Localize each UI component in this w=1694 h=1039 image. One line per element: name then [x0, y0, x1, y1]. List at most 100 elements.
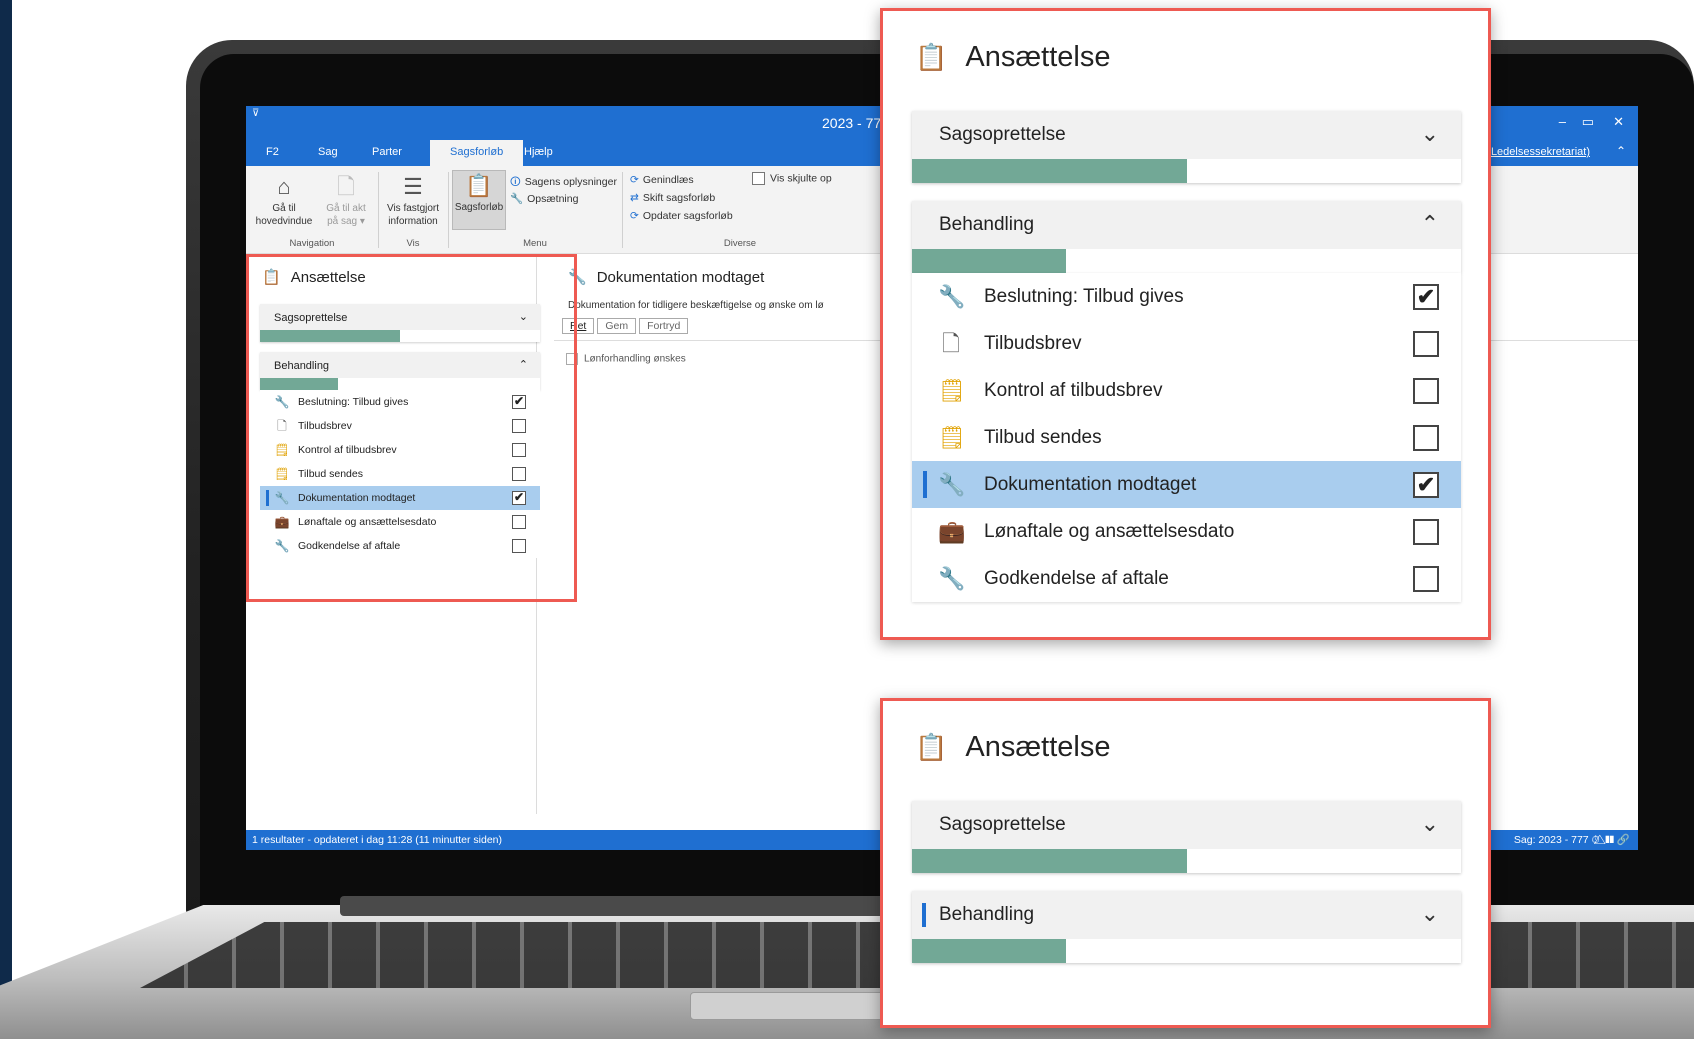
- wrench-icon: 🔧: [510, 193, 524, 205]
- step-checkbox[interactable]: [1413, 378, 1439, 404]
- document-icon: 🗋: [277, 419, 287, 433]
- section-behandling[interactable]: Behandling ⌄: [912, 891, 1461, 963]
- save-button[interactable]: Gem: [597, 318, 637, 334]
- chevron-up-icon[interactable]: ⌃: [1421, 211, 1439, 237]
- chevron-up-icon[interactable]: ⌃: [519, 358, 528, 371]
- note-icon: 🗒: [938, 425, 966, 450]
- minimize-button[interactable]: –: [1559, 114, 1566, 129]
- step-row[interactable]: 🗒 Tilbud sendes: [912, 414, 1461, 461]
- step-label: Lønaftale og ansættelsesdato: [984, 521, 1235, 542]
- section-behandling[interactable]: Behandling ⌃: [912, 201, 1461, 273]
- update-flow-button[interactable]: ⟳ Opdater sagsforløb: [630, 210, 733, 222]
- checkbox-box[interactable]: [752, 172, 765, 185]
- detail-buttons: Ret Gem Fortryd: [562, 316, 691, 334]
- step-row[interactable]: 🗒 Kontrol af tilbudsbrev: [912, 367, 1461, 414]
- detail-description: Dokumentation for tidligere beskæftigels…: [568, 300, 824, 311]
- quick-access-icon[interactable]: ⊽: [252, 108, 259, 119]
- sagsforloeb-button[interactable]: 📋 Sagsforløb: [452, 170, 506, 230]
- show-fixed-info-button[interactable]: ☰ Vis fastgjort information: [382, 172, 444, 228]
- section-sagsoprettelse[interactable]: Sagsoprettelse ⌄: [912, 111, 1461, 183]
- section-sagsoprettelse[interactable]: Sagsoprettelse ⌄: [912, 801, 1461, 873]
- ribbon-separator: [622, 172, 623, 248]
- note-icon: 🗒: [938, 378, 966, 403]
- setup-label: Opsætning: [527, 193, 579, 205]
- section-header[interactable]: Behandling ⌃: [260, 352, 540, 378]
- step-label: Kontrol af tilbudsbrev: [984, 380, 1163, 401]
- step-checkbox[interactable]: [512, 443, 526, 457]
- goto-act-button[interactable]: 🗋 Gå til akt på sag ▾: [318, 172, 374, 228]
- step-checkbox[interactable]: [512, 419, 526, 433]
- step-row[interactable]: 🗋 Tilbudsbrev: [260, 414, 540, 438]
- reload-button[interactable]: ⟳ Genindlæs: [630, 174, 694, 186]
- note-icon: 🗒: [274, 443, 290, 457]
- undo-button[interactable]: Fortryd: [639, 318, 689, 334]
- section-header[interactable]: Behandling ⌄: [912, 891, 1461, 939]
- step-row[interactable]: 🗋 Tilbudsbrev: [912, 320, 1461, 367]
- section-progress-track: [260, 330, 540, 342]
- step-checkbox[interactable]: [1413, 425, 1439, 451]
- tab-sagsforloeb[interactable]: Sagsforløb: [430, 140, 524, 166]
- tab-f2[interactable]: F2: [266, 146, 279, 158]
- step-row[interactable]: 🔧 Godkendelse af aftale: [260, 534, 540, 558]
- clipboard-check-icon: 📋: [915, 42, 948, 72]
- goto-main-window-button[interactable]: ⌂ Gå til hovedvindue: [252, 172, 316, 228]
- refresh-icon: ⟳: [630, 210, 639, 222]
- section-header[interactable]: Sagsoprettelse ⌄: [260, 304, 540, 330]
- salary-negotiation-checkbox[interactable]: Lønforhandling ønskes: [566, 353, 686, 365]
- edit-button[interactable]: Ret: [562, 318, 595, 334]
- ribbon-collapse-icon[interactable]: ⌃: [1616, 144, 1626, 158]
- section-behandling[interactable]: Behandling ⌃: [260, 352, 540, 390]
- step-checkbox[interactable]: [1413, 519, 1439, 545]
- step-row[interactable]: 🔧 Beslutning: Tilbud gives ✔: [260, 390, 540, 414]
- step-label: Godkendelse af aftale: [984, 568, 1169, 589]
- step-row[interactable]: 💼 Lønaftale og ansættelsesdato: [260, 510, 540, 534]
- wrench-icon: 🔧: [274, 539, 290, 553]
- step-checkbox[interactable]: [512, 515, 526, 529]
- chevron-down-icon[interactable]: ⌄: [519, 310, 528, 323]
- checkbox-box[interactable]: [566, 353, 578, 365]
- case-info-button[interactable]: 🛈 Sagens oplysninger: [510, 174, 617, 192]
- step-label: Tilbud sendes: [298, 468, 363, 480]
- switch-flow-label: Skift sagsforløb: [642, 192, 716, 204]
- step-row[interactable]: 🔧 Dokumentation modtaget ✔: [260, 486, 540, 510]
- tab-parter[interactable]: Parter: [372, 146, 402, 158]
- case-flow-panel: 📋 Ansættelse Sagsoprettelse ⌄ Behandling ⌃ …: [246, 254, 540, 814]
- section-header[interactable]: Sagsoprettelse ⌄: [912, 111, 1461, 159]
- step-row[interactable]: 🔧 Beslutning: Tilbud gives ✔: [912, 273, 1461, 320]
- wrench-icon: 🔧: [568, 269, 587, 286]
- step-checkbox[interactable]: [1413, 566, 1439, 592]
- section-header[interactable]: Behandling ⌃: [912, 201, 1461, 249]
- focus-indicator: [922, 903, 926, 927]
- step-row[interactable]: 🔧 Dokumentation modtaget ✔: [912, 461, 1461, 508]
- chevron-down-icon[interactable]: ⌄: [1421, 901, 1439, 927]
- section-progress-track: [912, 159, 1461, 183]
- clipboard-check-icon: 📋: [262, 269, 281, 286]
- section-header[interactable]: Sagsoprettelse ⌄: [912, 801, 1461, 849]
- section-sagsoprettelse[interactable]: Sagsoprettelse ⌄: [260, 304, 540, 342]
- step-checkbox[interactable]: [512, 539, 526, 553]
- department-link[interactable]: Ledelsessekretariat): [1491, 146, 1590, 158]
- step-checkbox[interactable]: ✔: [512, 491, 526, 505]
- close-button[interactable]: ✕: [1613, 114, 1624, 130]
- step-row[interactable]: 💼 Lønaftale og ansættelsesdato: [912, 508, 1461, 555]
- step-checkbox[interactable]: ✔: [1413, 472, 1439, 498]
- chevron-down-icon[interactable]: ⌄: [1421, 121, 1439, 147]
- step-label: Kontrol af tilbudsbrev: [298, 444, 397, 456]
- status-case-info: Sag: 2023 - 777 ⏱ ⃤ ❚❚ 🔗: [1513, 834, 1630, 846]
- tab-hjaelp[interactable]: Hjælp: [524, 146, 553, 158]
- callout-title: 📋 Ansættelse: [915, 41, 1110, 74]
- setup-button[interactable]: 🔧 Opsætning: [510, 192, 578, 205]
- chevron-down-icon[interactable]: ⌄: [1421, 811, 1439, 837]
- tab-sag[interactable]: Sag: [318, 146, 338, 158]
- step-checkbox[interactable]: ✔: [512, 395, 526, 409]
- step-checkbox[interactable]: [512, 467, 526, 481]
- switch-flow-button[interactable]: ⇄ Skift sagsforløb: [630, 192, 715, 204]
- step-checkbox[interactable]: [1413, 331, 1439, 357]
- step-row[interactable]: 🔧 Godkendelse af aftale: [912, 555, 1461, 602]
- show-hidden-checkbox[interactable]: Vis skjulte op: [752, 172, 832, 185]
- step-list: 🔧 Beslutning: Tilbud gives ✔ 🗋 Tilbudsbrev 🗒 K…: [912, 273, 1461, 602]
- step-row[interactable]: 🗒 Tilbud sendes: [260, 462, 540, 486]
- maximize-button[interactable]: ▭: [1582, 114, 1594, 130]
- step-checkbox[interactable]: ✔: [1413, 284, 1439, 310]
- step-row[interactable]: 🗒 Kontrol af tilbudsbrev: [260, 438, 540, 462]
